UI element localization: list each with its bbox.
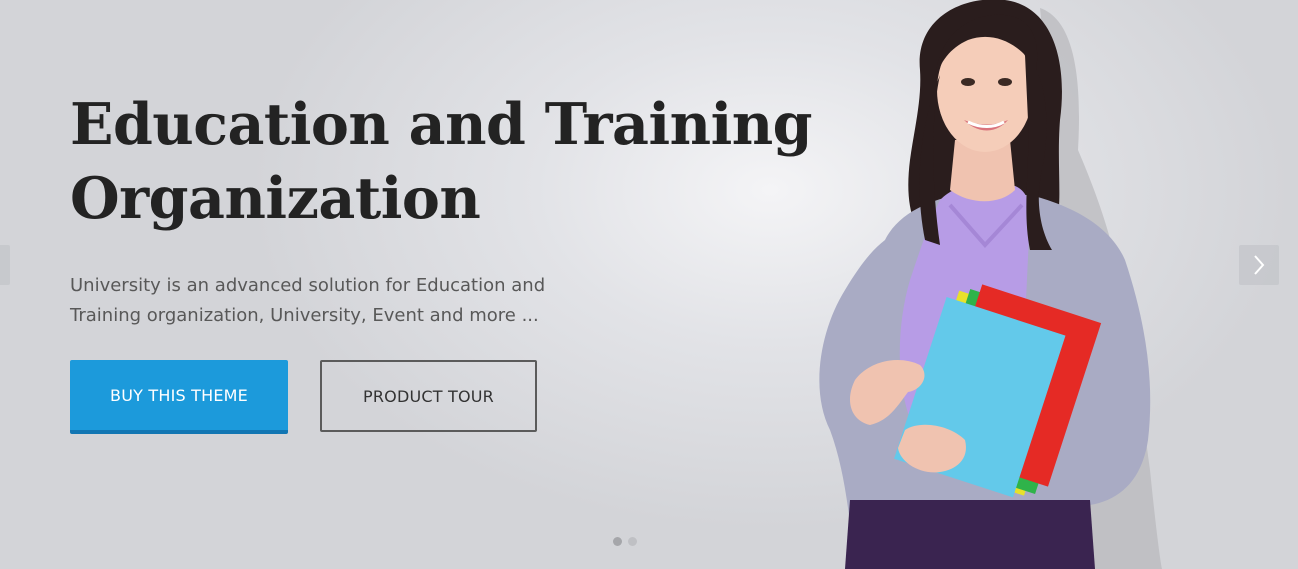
hero-slider: Education and Training Organization Univ… [0, 0, 1298, 569]
chevron-right-icon [1254, 255, 1265, 275]
slider-dot-2[interactable] [628, 537, 637, 546]
hero-subtitle-line2: Training organization, University, Event… [70, 305, 539, 326]
hero-title-line1: Education and Training [70, 91, 813, 158]
slider-pagination [613, 537, 637, 546]
slider-dot-1[interactable] [613, 537, 622, 546]
hero-subtitle: University is an advanced solution for E… [70, 271, 570, 331]
buy-theme-button[interactable]: BUY THIS THEME [70, 360, 288, 434]
hero-subtitle-line1: University is an advanced solution for E… [70, 275, 546, 296]
product-tour-button[interactable]: PRODUCT TOUR [320, 360, 537, 432]
prev-slide-arrow[interactable] [0, 245, 10, 285]
student-photo [819, 0, 1162, 569]
hero-title-line2: Organization [70, 165, 481, 232]
hero-title: Education and Training Organization [70, 88, 830, 236]
next-slide-arrow[interactable] [1239, 245, 1279, 285]
